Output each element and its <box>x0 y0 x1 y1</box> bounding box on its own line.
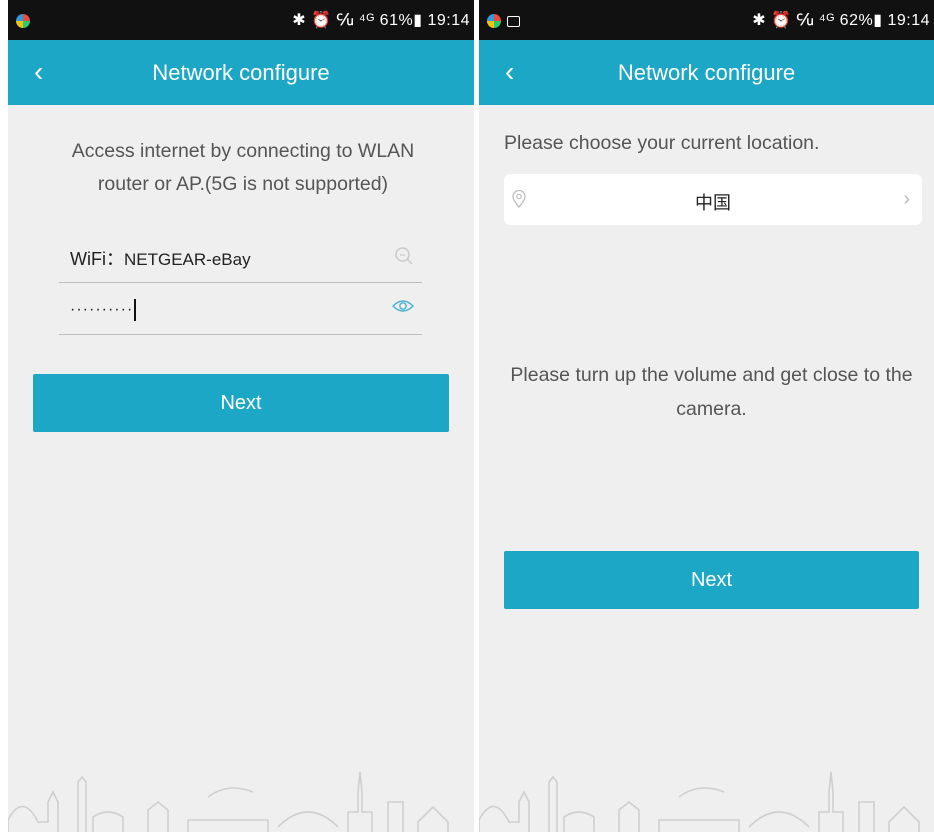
wifi-field[interactable]: WiFi：NETGEAR-eBay <box>59 230 422 283</box>
next-button[interactable]: Next <box>33 374 449 432</box>
password-text: ·········· <box>70 299 137 321</box>
nav-bar: ‹ Network configure <box>479 40 934 105</box>
next-button[interactable]: Next <box>504 551 919 609</box>
wifi-ssid: NETGEAR-eBay <box>123 250 251 269</box>
text-caret <box>134 299 137 321</box>
status-bar: ✱ ⏰ ℆ ⁴ᴳ 62%▮ 19:14 <box>479 0 934 40</box>
location-prompt: Please choose your current location. <box>504 132 820 154</box>
right-screen: ✱ ⏰ ℆ ⁴ᴳ 62%▮ 19:14 ‹ Network configure … <box>479 0 934 832</box>
nav-bar: ‹ Network configure <box>8 40 474 105</box>
location-select[interactable]: 中国 › <box>504 174 922 225</box>
intro-text: Access internet by connecting to WLAN ro… <box>71 140 415 195</box>
page-title: Network configure <box>617 60 796 85</box>
password-value: ·········· <box>70 301 134 319</box>
city-skyline-illustration <box>8 771 449 832</box>
status-indicators: ✱ ⏰ ℆ ⁴ᴳ 61%▮ 19:14 <box>292 12 470 29</box>
wifi-label: WiFi：NETGEAR-eBay <box>70 245 251 271</box>
page-title: Network configure <box>152 60 330 85</box>
location-value: 中国 <box>695 193 731 213</box>
left-screen: ✱ ⏰ ℆ ⁴ᴳ 61%▮ 19:14 ‹ Network configure … <box>8 0 474 832</box>
app-notification-icon <box>487 12 520 29</box>
status-bar: ✱ ⏰ ℆ ⁴ᴳ 61%▮ 19:14 <box>8 0 474 40</box>
volume-instruction: Please turn up the volume and get close … <box>510 364 913 420</box>
password-field[interactable]: ·········· <box>59 282 422 335</box>
city-skyline-illustration <box>479 771 920 832</box>
search-icon[interactable] <box>394 246 414 271</box>
image-notification-icon <box>507 15 520 27</box>
eye-icon[interactable] <box>392 298 414 319</box>
wifi-prefix: WiFi： <box>70 249 124 269</box>
app-notification-icon <box>16 12 30 29</box>
status-indicators: ✱ ⏰ ℆ ⁴ᴳ 62%▮ 19:14 <box>752 12 930 29</box>
chevron-right-icon: › <box>903 188 910 210</box>
